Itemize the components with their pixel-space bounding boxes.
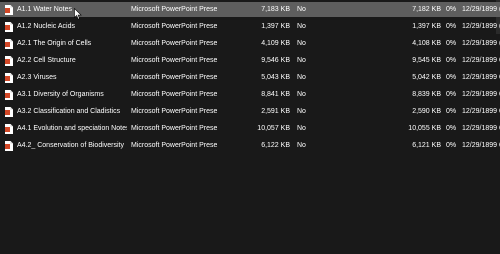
file-name: A4.2_ Conservation of Biodiversity — [17, 142, 124, 149]
file-modified-date: 12/29/1899 6 — [462, 91, 500, 98]
file-size: 10,057 KB — [257, 125, 290, 132]
powerpoint-file-icon — [5, 5, 13, 15]
file-row[interactable]: A2.2 Cell Structure Microsoft PowerPoint … — [0, 53, 500, 68]
file-row[interactable]: A3.2 Classification and Cladistics Micros… — [0, 104, 500, 119]
file-modified-date: 12/29/1899 6 — [462, 57, 500, 64]
file-compressed: No — [297, 74, 306, 81]
file-name: A1.2 Nucleic Acids — [17, 23, 75, 30]
file-compressed: No — [297, 91, 306, 98]
powerpoint-file-icon — [5, 73, 13, 83]
file-compressed: No — [297, 40, 306, 47]
file-name: A1.1 Water Notes — [17, 6, 72, 13]
file-modified-date: 12/29/1899 ( — [462, 23, 500, 30]
file-type: Microsoft PowerPoint Present... — [131, 108, 217, 115]
file-size: 6,122 KB — [261, 142, 290, 149]
file-compressed: No — [297, 142, 306, 149]
file-size: 8,841 KB — [261, 91, 290, 98]
file-modified-date: 12/29/1899 6 — [462, 125, 500, 132]
file-type: Microsoft PowerPoint Present... — [131, 40, 217, 47]
file-row[interactable]: A3.1 Diversity of Organisms Microsoft Pow… — [0, 87, 500, 102]
powerpoint-file-icon — [5, 141, 13, 151]
file-name: A3.2 Classification and Cladistics — [17, 108, 121, 115]
file-type: Microsoft PowerPoint Present... — [131, 125, 217, 132]
file-name: A2.2 Cell Structure — [17, 57, 76, 64]
file-packed-size: 2,590 KB — [412, 108, 441, 115]
file-packed-size: 9,545 KB — [412, 57, 441, 64]
file-compressed: No — [297, 125, 306, 132]
file-type: Microsoft PowerPoint Present... — [131, 142, 217, 149]
file-compressed: No — [297, 108, 306, 115]
mouse-cursor-icon — [74, 8, 82, 20]
file-modified-date: 12/29/1899 ( — [462, 6, 500, 13]
powerpoint-file-icon — [5, 22, 13, 32]
file-size: 4,109 KB — [261, 40, 290, 47]
powerpoint-file-icon — [5, 90, 13, 100]
file-size: 5,043 KB — [261, 74, 290, 81]
file-size: 7,183 KB — [261, 6, 290, 13]
file-modified-date: 12/29/1899 6 — [462, 142, 500, 149]
file-row[interactable]: A4.2_ Conservation of Biodiversity Micros… — [0, 138, 500, 153]
powerpoint-file-icon — [5, 107, 13, 117]
file-packed-size: 7,182 KB — [412, 6, 441, 13]
file-size: 1,397 KB — [261, 23, 290, 30]
file-modified-date: 12/29/1899 6 — [462, 108, 500, 115]
file-packed-size: 10,055 KB — [408, 125, 441, 132]
file-compressed: No — [297, 57, 306, 64]
file-compressed: No — [297, 6, 306, 13]
file-packed-size: 8,839 KB — [412, 91, 441, 98]
file-packed-size: 1,397 KB — [412, 23, 441, 30]
file-name: A2.1 The Origin of Cells — [17, 40, 92, 47]
powerpoint-file-icon — [5, 124, 13, 134]
file-row[interactable]: A1.2 Nucleic Acids Microsoft PowerPoint P… — [0, 19, 500, 34]
file-modified-date: 12/29/1899 6 — [462, 74, 500, 81]
file-row[interactable]: A2.3 Viruses Microsoft PowerPoint Present… — [0, 70, 500, 85]
file-row[interactable]: A4.1 Evolution and speciation Notes Micro… — [0, 121, 500, 136]
file-size: 2,591 KB — [261, 108, 290, 115]
powerpoint-file-icon — [5, 56, 13, 66]
file-name: A4.1 Evolution and speciation Notes — [17, 125, 127, 132]
file-row[interactable]: A2.1 The Origin of Cells Microsoft PowerP… — [0, 36, 500, 51]
file-type: Microsoft PowerPoint Present... — [131, 6, 217, 13]
powerpoint-file-icon — [5, 39, 13, 49]
file-type: Microsoft PowerPoint Present... — [131, 23, 217, 30]
file-packed-size: 4,108 KB — [412, 40, 441, 47]
file-type: Microsoft PowerPoint Present... — [131, 74, 217, 81]
file-type: Microsoft PowerPoint Present... — [131, 91, 217, 98]
file-compressed: No — [297, 23, 306, 30]
file-packed-size: 6,121 KB — [412, 142, 441, 149]
file-type: Microsoft PowerPoint Present... — [131, 57, 217, 64]
file-packed-size: 5,042 KB — [412, 74, 441, 81]
file-name: A3.1 Diversity of Organisms — [17, 91, 104, 98]
file-name: A2.3 Viruses — [17, 74, 57, 81]
file-modified-date: 12/29/1899 ( — [462, 40, 500, 47]
file-size: 9,546 KB — [261, 57, 290, 64]
